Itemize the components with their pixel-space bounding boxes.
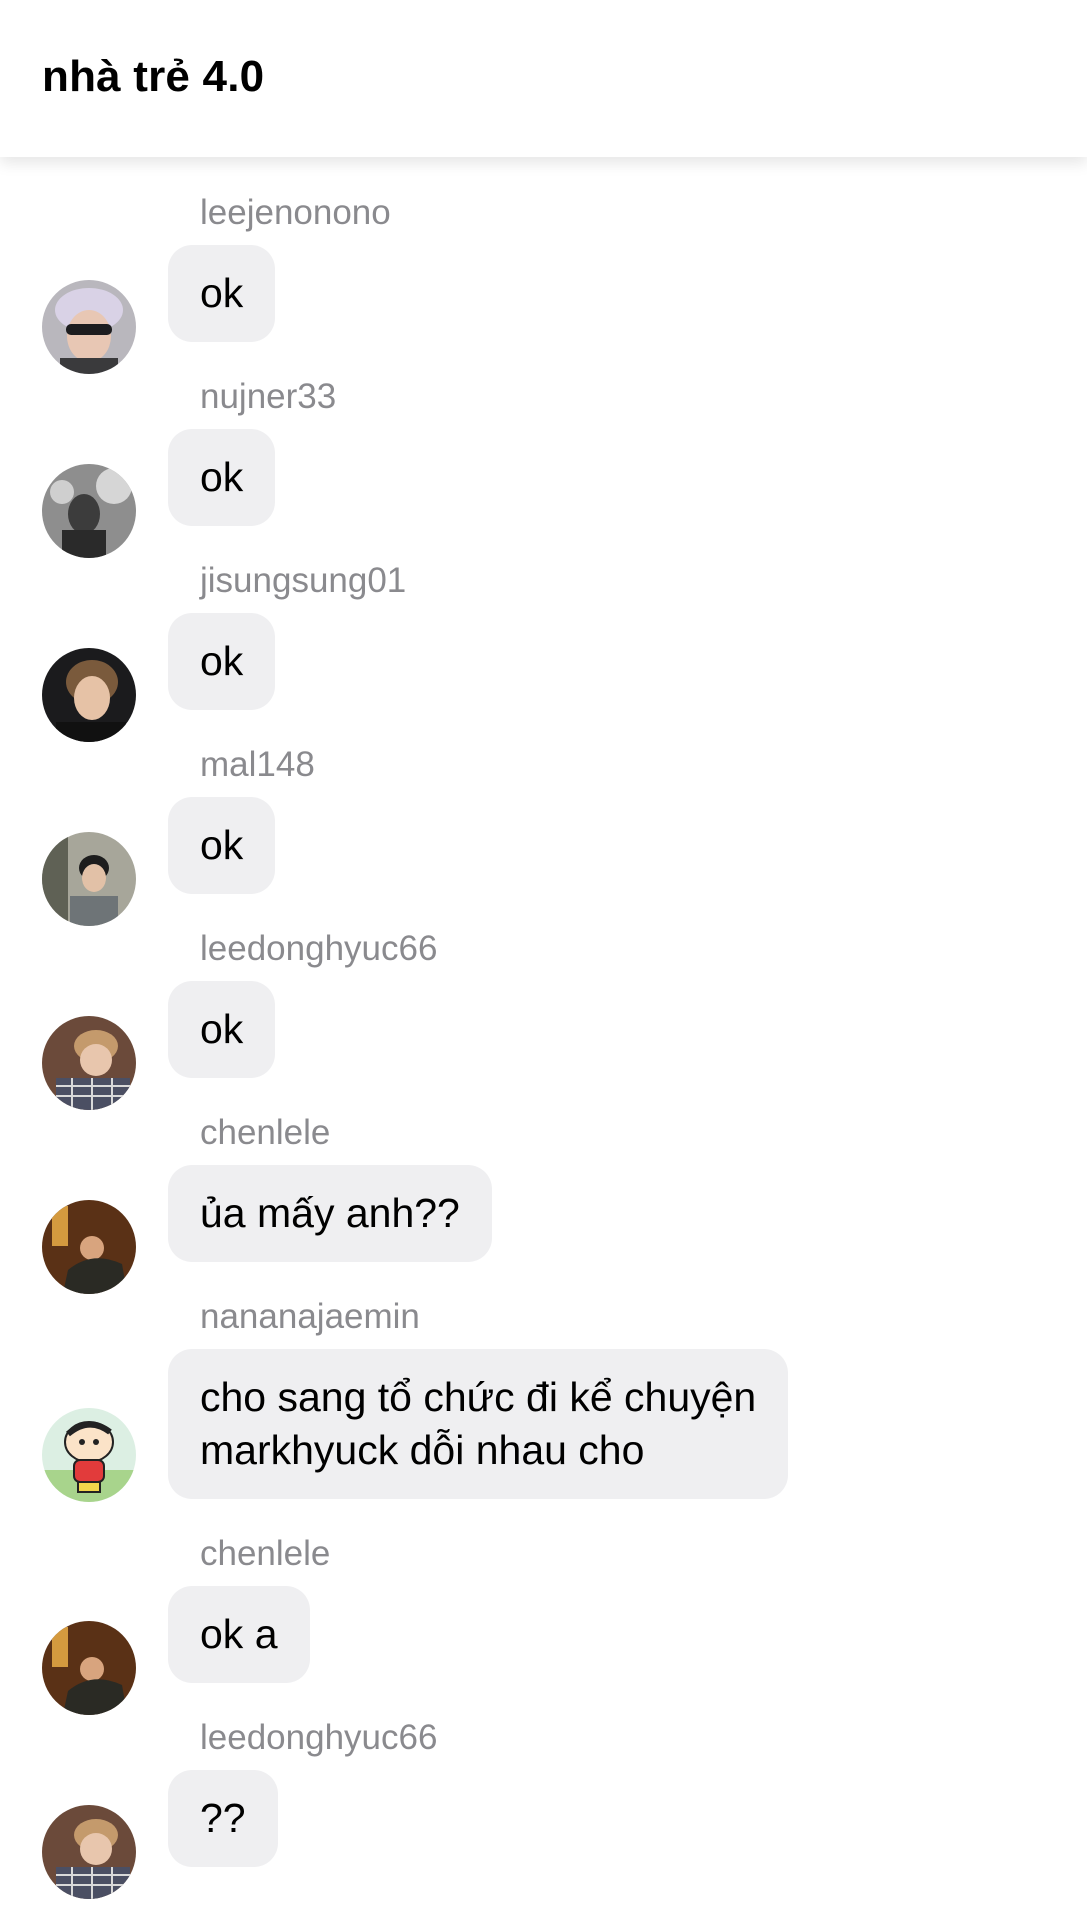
user-avatar-icon[interactable] <box>42 464 136 558</box>
chat-title[interactable]: nhà trẻ 4.0 <box>42 52 264 102</box>
message-bubble[interactable]: ok <box>168 981 276 1078</box>
user-avatar-icon[interactable] <box>42 1200 136 1294</box>
message-bubble[interactable]: cho sang tổ chức đi kể chuyện markhyuck … <box>168 1349 789 1499</box>
message-list[interactable]: leejenonono ok nujner33 ok jisungsung01 … <box>0 157 1087 1920</box>
message-bubble[interactable]: ?? <box>168 1770 278 1867</box>
message-bubble[interactable]: ok <box>168 429 276 526</box>
user-avatar-icon[interactable] <box>42 832 136 926</box>
user-avatar-icon[interactable] <box>42 1805 136 1899</box>
sender-name[interactable]: mal148 <box>200 745 315 785</box>
user-avatar-icon[interactable] <box>42 1016 136 1110</box>
message-bubble[interactable]: ok <box>168 797 276 894</box>
chat-header: nhà trẻ 4.0 <box>0 0 1087 157</box>
message-bubble[interactable]: ok <box>168 245 276 342</box>
user-avatar-icon[interactable] <box>42 1621 136 1715</box>
cartoon-avatar-icon[interactable] <box>42 1408 136 1502</box>
user-avatar-icon[interactable] <box>42 280 136 374</box>
message-bubble[interactable]: ok <box>168 613 276 710</box>
message-bubble[interactable]: ủa mấy anh?? <box>168 1165 492 1262</box>
sender-name[interactable]: jisungsung01 <box>200 561 406 601</box>
sender-name[interactable]: chenlele <box>200 1534 330 1574</box>
sender-name[interactable]: nujner33 <box>200 377 336 417</box>
sender-name[interactable]: leedonghyuc66 <box>200 1718 437 1758</box>
message-bubble[interactable]: ok a <box>168 1586 310 1683</box>
sender-name[interactable]: nananajaemin <box>200 1297 420 1337</box>
sender-name[interactable]: chenlele <box>200 1113 330 1153</box>
user-avatar-icon[interactable] <box>42 648 136 742</box>
sender-name[interactable]: leedonghyuc66 <box>200 929 437 969</box>
sender-name[interactable]: leejenonono <box>200 193 391 233</box>
